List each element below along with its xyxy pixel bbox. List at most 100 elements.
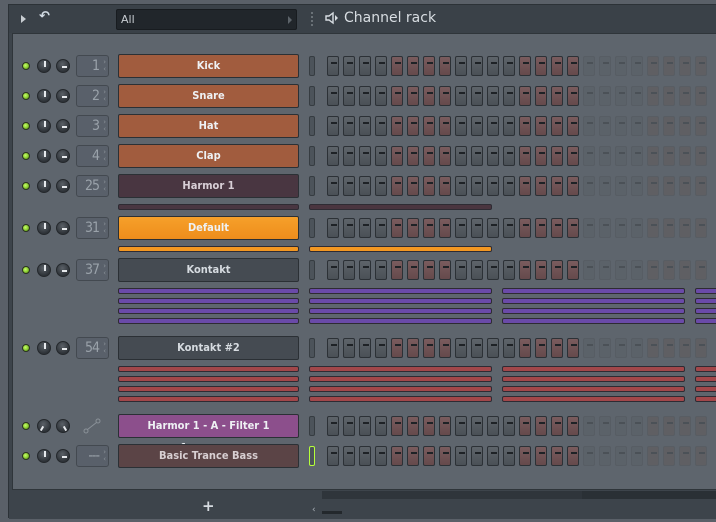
step-button[interactable] (551, 260, 563, 280)
volume-knob[interactable] (37, 419, 51, 433)
step-button[interactable] (391, 218, 403, 238)
channel-button[interactable]: Kick (118, 54, 299, 78)
step-button[interactable] (503, 56, 515, 76)
step-button[interactable] (375, 116, 387, 136)
step-button[interactable] (519, 338, 531, 358)
step-button[interactable] (471, 176, 483, 196)
step-button[interactable] (551, 416, 563, 436)
step-button[interactable] (343, 416, 355, 436)
mixer-track-selector[interactable]: 4 › ‹ (76, 145, 109, 167)
step-button[interactable] (535, 446, 547, 466)
step-button[interactable] (375, 56, 387, 76)
step-button[interactable] (567, 176, 579, 196)
piano-roll-note[interactable] (309, 376, 492, 382)
channel-filter-dropdown[interactable]: All (116, 9, 297, 30)
mute-led[interactable] (22, 422, 30, 430)
step-button[interactable] (455, 446, 467, 466)
scrollbar-thumb[interactable] (582, 491, 716, 499)
piano-roll-note[interactable] (502, 288, 685, 294)
step-button[interactable] (407, 116, 419, 136)
piano-roll-note[interactable] (309, 318, 492, 324)
step-button[interactable] (423, 86, 435, 106)
step-button[interactable] (471, 416, 483, 436)
step-button[interactable] (439, 86, 451, 106)
pan-knob[interactable] (56, 179, 70, 193)
step-button[interactable] (503, 146, 515, 166)
step-button[interactable] (359, 146, 371, 166)
step-button[interactable] (583, 86, 595, 106)
step-button[interactable] (423, 176, 435, 196)
step-button[interactable] (471, 446, 483, 466)
channel-button[interactable]: Hat (118, 114, 299, 138)
step-button[interactable] (535, 218, 547, 238)
step-button[interactable] (583, 146, 595, 166)
step-button[interactable] (327, 176, 339, 196)
mixer-track-selector[interactable]: --- › ‹ (76, 445, 109, 467)
step-button[interactable] (343, 86, 355, 106)
step-button[interactable] (551, 176, 563, 196)
step-button[interactable] (615, 338, 627, 358)
step-button[interactable] (631, 86, 643, 106)
step-button[interactable] (695, 176, 707, 196)
step-button[interactable] (439, 176, 451, 196)
step-button[interactable] (551, 146, 563, 166)
step-button[interactable] (679, 86, 691, 106)
pan-knob[interactable] (56, 119, 70, 133)
mixer-track-selector[interactable]: 2 › ‹ (76, 85, 109, 107)
step-button[interactable] (503, 176, 515, 196)
step-button[interactable] (663, 116, 675, 136)
step-button[interactable] (359, 416, 371, 436)
step-button[interactable] (455, 146, 467, 166)
step-button[interactable] (567, 116, 579, 136)
step-button[interactable] (391, 56, 403, 76)
step-button[interactable] (375, 176, 387, 196)
step-button[interactable] (583, 446, 595, 466)
step-button[interactable] (567, 338, 579, 358)
step-button[interactable] (599, 146, 611, 166)
mute-led[interactable] (22, 224, 30, 232)
step-button[interactable] (487, 416, 499, 436)
step-button[interactable] (327, 260, 339, 280)
channel-select-indicator[interactable] (309, 218, 315, 238)
step-button[interactable] (487, 146, 499, 166)
step-button[interactable] (663, 176, 675, 196)
step-button[interactable] (695, 416, 707, 436)
step-button[interactable] (631, 116, 643, 136)
step-button[interactable] (407, 260, 419, 280)
step-button[interactable] (695, 338, 707, 358)
step-button[interactable] (455, 56, 467, 76)
volume-knob[interactable] (37, 221, 51, 235)
volume-knob[interactable] (37, 449, 51, 463)
channel-button[interactable]: Snare (118, 84, 299, 108)
step-button[interactable] (407, 176, 419, 196)
pan-knob[interactable] (56, 59, 70, 73)
step-button[interactable] (647, 416, 659, 436)
piano-roll-note[interactable] (309, 366, 492, 372)
mute-led[interactable] (22, 452, 30, 460)
step-button[interactable] (567, 260, 579, 280)
step-button[interactable] (519, 218, 531, 238)
step-button[interactable] (471, 86, 483, 106)
mixer-track-selector[interactable]: 54 › ‹ (76, 337, 109, 359)
step-button[interactable] (375, 338, 387, 358)
step-button[interactable] (615, 146, 627, 166)
step-button[interactable] (359, 176, 371, 196)
step-button[interactable] (615, 416, 627, 436)
step-button[interactable] (423, 116, 435, 136)
step-button[interactable] (679, 446, 691, 466)
volume-knob[interactable] (37, 263, 51, 277)
step-button[interactable] (439, 338, 451, 358)
step-button[interactable] (391, 338, 403, 358)
step-button[interactable] (455, 260, 467, 280)
piano-roll-note[interactable] (695, 288, 716, 294)
pan-knob[interactable] (56, 419, 70, 433)
step-button[interactable] (343, 218, 355, 238)
step-button[interactable] (535, 56, 547, 76)
step-button[interactable] (679, 146, 691, 166)
channel-button[interactable]: Default (118, 216, 299, 240)
piano-roll-note[interactable] (695, 386, 716, 392)
channel-select-indicator[interactable] (309, 446, 315, 466)
step-button[interactable] (375, 446, 387, 466)
zoom-slider[interactable] (322, 511, 342, 514)
step-button[interactable] (359, 260, 371, 280)
